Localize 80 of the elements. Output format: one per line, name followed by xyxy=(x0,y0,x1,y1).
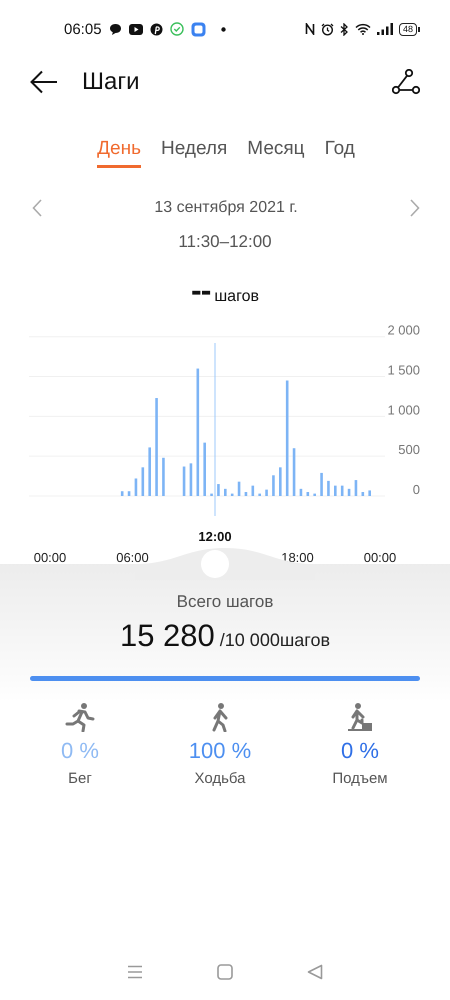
step-bar xyxy=(162,458,165,496)
check-circle-icon xyxy=(170,22,184,36)
step-bar xyxy=(292,448,296,496)
period-tab[interactable]: Месяц xyxy=(247,138,305,168)
screen-title: Шаги xyxy=(82,68,140,96)
chat-icon xyxy=(108,22,122,36)
step-value: -- xyxy=(191,272,210,309)
total-steps: 15 280 xyxy=(120,618,215,654)
x-axis-label: 00:00 xyxy=(364,550,396,564)
signal-icon xyxy=(376,23,393,35)
step-bar xyxy=(334,486,337,496)
activity-percent: 0 % xyxy=(61,738,99,764)
step-bar xyxy=(120,491,124,496)
dot-icon xyxy=(220,26,226,32)
step-bar xyxy=(230,494,234,496)
next-chevron-icon[interactable] xyxy=(410,199,420,217)
step-bar xyxy=(190,463,192,496)
period-tab[interactable]: Год xyxy=(324,138,355,168)
step-bar xyxy=(258,494,261,496)
back-arrow-icon[interactable] xyxy=(30,70,58,94)
step-bar xyxy=(279,467,282,496)
step-bar xyxy=(182,466,186,496)
y-axis-label: 0 xyxy=(412,482,420,497)
climbing-figure-icon xyxy=(346,702,374,732)
y-axis-label: 2 000 xyxy=(387,322,420,338)
step-unit: шагов xyxy=(214,288,259,306)
selected-date: 13 сентября 2021 г. xyxy=(154,199,298,217)
step-bar xyxy=(265,490,268,496)
step-bar xyxy=(327,480,330,496)
step-bar xyxy=(362,492,364,496)
share-nodes-icon[interactable] xyxy=(392,69,420,95)
step-bar xyxy=(224,488,227,496)
step-bar xyxy=(300,488,302,496)
period-tab[interactable]: Неделя xyxy=(161,138,228,168)
total-label: Всего шагов xyxy=(176,592,274,611)
step-goal: /10 000шагов xyxy=(220,630,330,651)
activity-percent: 0 % xyxy=(341,738,379,764)
wifi-icon xyxy=(354,23,371,35)
app-square-icon xyxy=(190,22,206,36)
step-bar xyxy=(252,486,254,496)
time-range: 11:30–12:00 xyxy=(178,232,272,251)
activity-label: Подъем xyxy=(332,770,388,787)
y-axis-label: 1 500 xyxy=(387,362,420,378)
step-bar xyxy=(340,486,344,496)
y-axis-label: 1 000 xyxy=(387,402,420,418)
step-bar xyxy=(244,492,248,496)
clock-time: 06:05 xyxy=(64,20,102,38)
x-axis-label: 06:00 xyxy=(116,550,149,564)
step-bar xyxy=(134,478,138,496)
step-bar xyxy=(238,482,240,496)
step-bar xyxy=(203,442,206,496)
step-bar xyxy=(272,475,275,496)
menu-icon[interactable] xyxy=(127,965,143,979)
video-play-icon xyxy=(128,24,143,34)
step-bar xyxy=(148,447,151,496)
step-bar xyxy=(142,467,144,496)
step-bar xyxy=(128,491,130,496)
activity-label: Бег xyxy=(68,770,92,787)
bluetooth-icon xyxy=(340,22,349,36)
activity-percent: 100 % xyxy=(188,738,252,764)
step-bar xyxy=(320,472,323,496)
running-figure-icon xyxy=(65,702,95,732)
previous-chevron-icon[interactable] xyxy=(32,199,42,217)
step-bar xyxy=(313,494,316,496)
y-axis-label: 500 xyxy=(398,442,420,458)
step-bar xyxy=(306,492,310,496)
back-triangle-icon[interactable] xyxy=(307,964,323,980)
pin-icon xyxy=(150,22,163,36)
step-bar xyxy=(354,480,358,496)
step-bar xyxy=(210,494,213,496)
x-axis-label: 00:00 xyxy=(34,550,66,564)
battery-level: 48 xyxy=(398,22,417,36)
cursor-time: 12:00 xyxy=(198,529,232,544)
step-bar xyxy=(348,488,350,496)
nfc-icon xyxy=(304,23,315,35)
activity-label: Ходьба xyxy=(194,770,246,787)
step-bar xyxy=(217,484,220,496)
step-bar xyxy=(368,490,371,496)
alarm-clock-icon xyxy=(320,22,334,36)
home-square-icon[interactable] xyxy=(217,964,233,980)
